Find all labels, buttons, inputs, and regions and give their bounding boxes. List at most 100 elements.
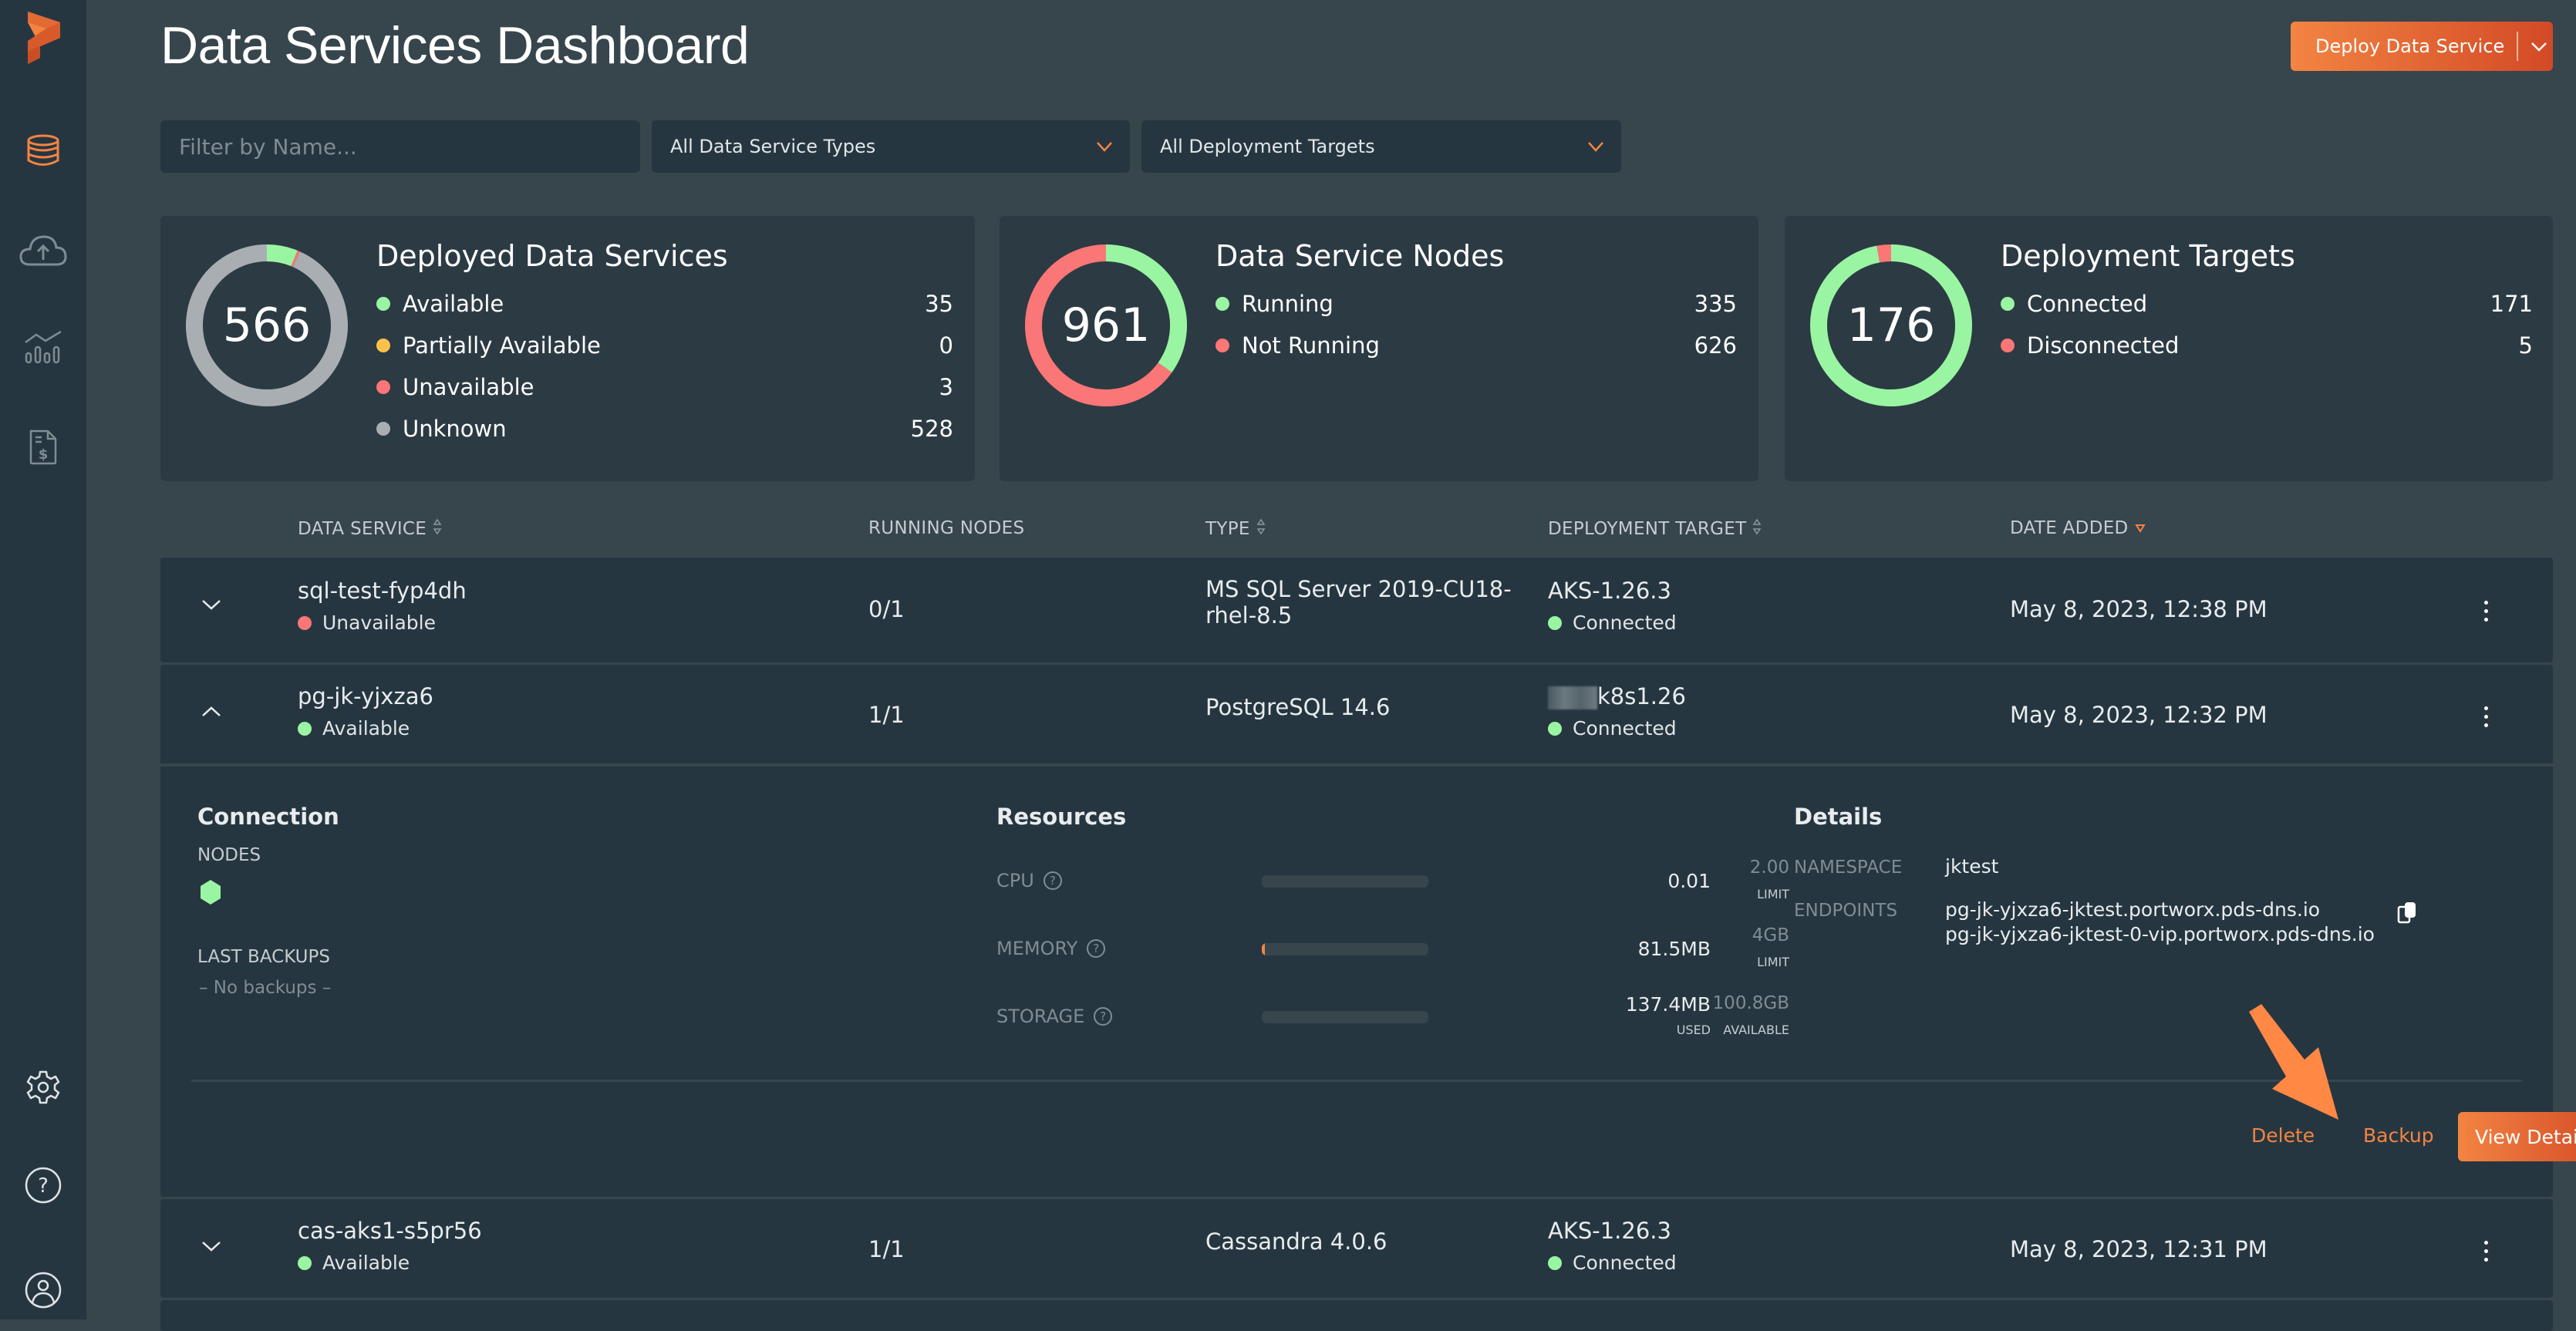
legend-value: 3 xyxy=(939,374,953,400)
collapse-chevron-icon[interactable] xyxy=(201,705,222,722)
table-row[interactable]: sql-test-fyp4dh Unavailable 0/1 MS SQL S… xyxy=(160,558,2553,662)
chevron-down-icon[interactable] xyxy=(2530,35,2547,57)
legend-available: Available35 xyxy=(376,288,953,319)
sidebar-item-metrics[interactable] xyxy=(0,320,86,374)
running-nodes: 0/1 xyxy=(868,596,905,622)
storage-used-caption: USED xyxy=(1677,1023,1711,1037)
help-circle-icon[interactable]: ? xyxy=(1094,1007,1112,1026)
data-service-name[interactable]: cas-aks1-s5pr56 xyxy=(298,1218,482,1244)
sidebar-item-billing[interactable]: $ xyxy=(0,420,86,474)
status-label: Connected xyxy=(1573,717,1677,740)
legend-label: Unavailable xyxy=(403,374,534,400)
status-dot xyxy=(1216,339,1229,352)
service-status: Unavailable xyxy=(298,612,467,634)
data-service-name[interactable]: pg-jk-yjxza6 xyxy=(298,683,433,709)
filter-by-name-input[interactable]: Filter by Name... xyxy=(160,120,640,173)
card-title: Deployed Data Services xyxy=(376,239,728,273)
help-circle-icon[interactable]: ? xyxy=(1044,871,1062,890)
resource-label: STORAGE xyxy=(996,1006,1084,1027)
status-dot xyxy=(1548,1256,1562,1270)
donut-total: 961 xyxy=(1021,241,1191,410)
date-added: May 8, 2023, 12:31 PM xyxy=(2010,1236,2267,1262)
resource-label: CPU xyxy=(996,870,1034,891)
endpoint[interactable]: pg-jk-yjxza6-jktest.portworx.pds-dns.io xyxy=(1945,898,2375,922)
column-header-data-service[interactable]: DATA SERVICE xyxy=(298,518,442,540)
data-service-name[interactable]: sql-test-fyp4dh xyxy=(298,578,467,604)
deployment-target-cell: AKS-1.26.3 Connected xyxy=(1548,578,1677,634)
annotation-arrow-icon xyxy=(2243,1004,2351,1120)
status-label: Unavailable xyxy=(322,612,436,634)
type-cell: Cassandra 4.0.6 xyxy=(1205,1228,1387,1255)
status-dot xyxy=(298,1256,312,1270)
deploy-data-service-button[interactable]: Deploy Data Service xyxy=(2291,22,2553,71)
legend-partially-available: Partially Available0 xyxy=(376,330,953,361)
endpoints-list: pg-jk-yjxza6-jktest.portworx.pds-dns.io … xyxy=(1945,898,2375,947)
legend-value: 528 xyxy=(911,416,953,442)
sidebar-item-help[interactable]: ? xyxy=(0,1158,86,1212)
sidebar-item-account[interactable] xyxy=(0,1263,86,1317)
header-label: DATA SERVICE xyxy=(298,519,427,539)
legend-label: Unknown xyxy=(403,416,507,442)
expand-chevron-icon[interactable] xyxy=(201,598,222,615)
help-circle-icon[interactable]: ? xyxy=(1087,939,1105,958)
connection-title: Connection xyxy=(197,804,339,830)
status-dot xyxy=(2001,339,2015,352)
table-row[interactable]: cas-aks1-s5pr56 Available 1/1 Cassandra … xyxy=(160,1199,2553,1298)
data-service-cell: sql-test-fyp4dh Unavailable xyxy=(298,578,467,634)
table-row-expanded[interactable]: pg-jk-yjxza6 Available 1/1 PostgreSQL 14… xyxy=(160,665,2553,1197)
endpoints-label: ENDPOINTS xyxy=(1794,901,1897,921)
sidebar-item-data-services[interactable] xyxy=(0,123,86,177)
view-details-button[interactable]: View Details xyxy=(2458,1112,2576,1161)
deployment-target-select[interactable]: All Deployment Targets xyxy=(1141,120,1621,173)
chevron-down-icon xyxy=(1096,137,1113,159)
endpoint[interactable]: pg-jk-yjxza6-jktest-0-vip.portworx.pds-d… xyxy=(1945,922,2375,947)
sidebar-item-backups[interactable] xyxy=(0,224,86,278)
chevron-down-icon xyxy=(1587,137,1604,159)
type-line: rhel-8.5 xyxy=(1205,602,1512,628)
column-header-date-added[interactable]: DATE ADDED xyxy=(2010,518,2146,538)
portworx-logo-icon[interactable] xyxy=(0,11,86,65)
status-dot xyxy=(376,380,390,394)
status-label: Connected xyxy=(1573,612,1677,634)
data-service-cell: pg-jk-yjxza6 Available xyxy=(298,683,433,740)
redacted-text xyxy=(1548,686,1597,709)
user-circle-icon xyxy=(24,1271,62,1309)
storage-available: 100.8GB xyxy=(1713,993,1789,1013)
data-service-type-select[interactable]: All Data Service Types xyxy=(652,120,1130,173)
legend-label: Available xyxy=(403,291,504,317)
column-header-deployment-target[interactable]: DEPLOYMENT TARGET xyxy=(1548,518,1762,540)
memory-value: 81.5MB xyxy=(1638,938,1711,960)
node-hexagon-icon[interactable] xyxy=(199,879,222,905)
donut-total: 176 xyxy=(1806,241,1976,410)
type-line: PostgreSQL 14.6 xyxy=(1205,694,1390,720)
namespace-label: NAMESPACE xyxy=(1794,858,1902,878)
status-label: Connected xyxy=(1573,1252,1677,1274)
card-title: Data Service Nodes xyxy=(1216,239,1504,273)
filter-placeholder: Filter by Name... xyxy=(179,134,357,160)
section-divider xyxy=(191,1080,2522,1082)
running-nodes: 1/1 xyxy=(868,702,905,728)
svg-text:?: ? xyxy=(38,1174,49,1198)
row-actions-kebab-icon[interactable] xyxy=(2484,1241,2488,1262)
column-header-type[interactable]: TYPE xyxy=(1205,518,1266,540)
row-actions-kebab-icon[interactable] xyxy=(2484,706,2488,727)
sort-icon xyxy=(433,518,442,540)
delete-button[interactable]: Delete xyxy=(2251,1124,2315,1147)
page-title: Data Services Dashboard xyxy=(160,15,749,76)
service-status: Available xyxy=(298,1252,482,1274)
expand-chevron-icon[interactable] xyxy=(201,1239,222,1256)
table-row[interactable] xyxy=(160,1300,2553,1331)
target-status: Connected xyxy=(1548,1252,1677,1274)
button-separator xyxy=(2517,32,2518,61)
sidebar-item-settings[interactable] xyxy=(0,1060,86,1114)
sidebar: $ ? xyxy=(0,0,86,1319)
backup-button[interactable]: Backup xyxy=(2363,1124,2434,1147)
cloud-upload-icon xyxy=(19,234,67,268)
sort-desc-icon xyxy=(2135,518,2146,538)
row-actions-kebab-icon[interactable] xyxy=(2484,601,2488,622)
main-content: Data Services Dashboard Deploy Data Serv… xyxy=(86,0,2576,1319)
deploy-button-label: Deploy Data Service xyxy=(2291,35,2504,57)
status-label: Available xyxy=(322,1252,410,1274)
copy-icon[interactable] xyxy=(2397,901,2417,925)
sort-icon xyxy=(1752,518,1762,540)
